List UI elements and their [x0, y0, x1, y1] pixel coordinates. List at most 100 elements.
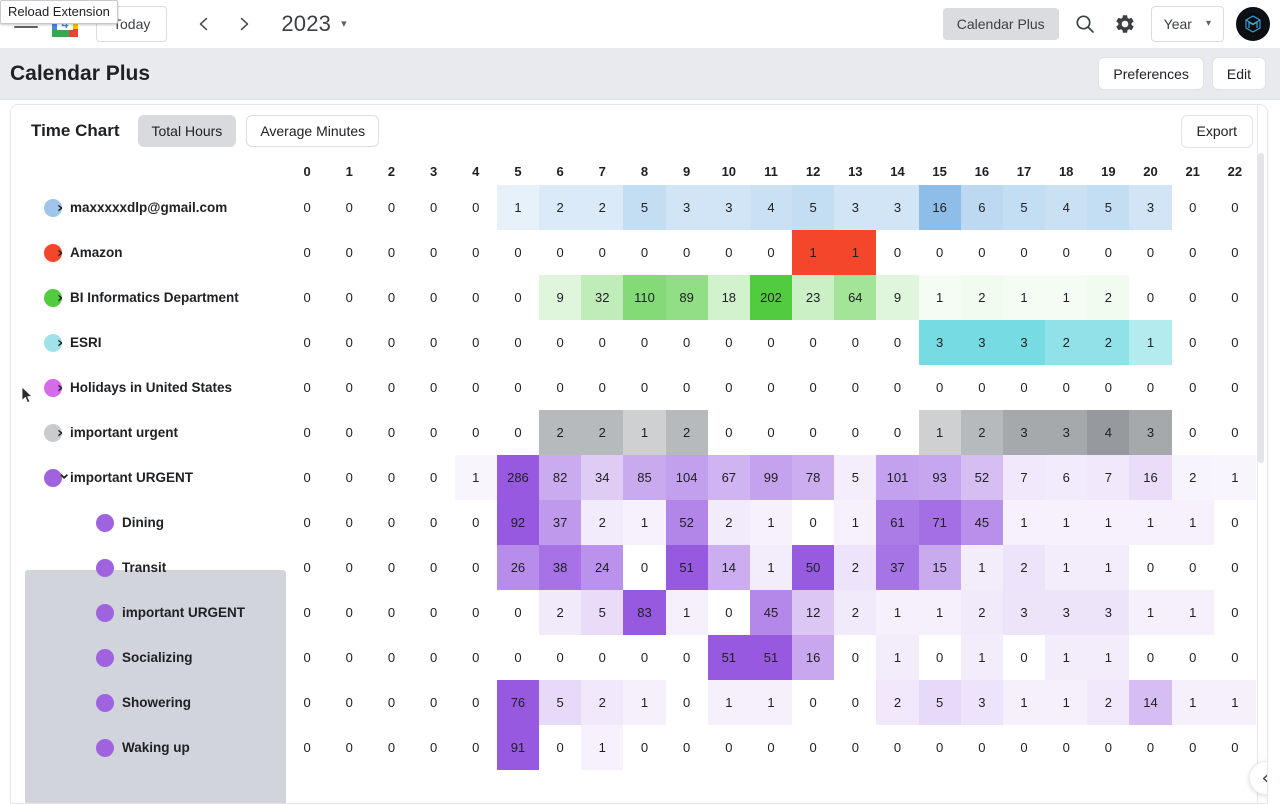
- heatmap-cell[interactable]: 0: [1172, 365, 1214, 410]
- heatmap-cell[interactable]: 1: [1213, 455, 1256, 500]
- heatmap-cell[interactable]: 0: [834, 725, 876, 770]
- heatmap-cell[interactable]: 2: [834, 590, 877, 635]
- chevron-down-icon[interactable]: ⌄: [57, 465, 71, 482]
- heatmap-cell[interactable]: 93: [918, 455, 961, 500]
- heatmap-cell[interactable]: 0: [834, 365, 876, 410]
- heatmap-cell[interactable]: 0: [1003, 230, 1045, 275]
- table-row[interactable]: Transit 0 0 0 0 0 26 38 24 0 51 14 1 50 2 37 15 1 2 1 1 0 0 0: [11, 545, 1256, 590]
- heatmap-cell[interactable]: 5: [581, 590, 624, 635]
- heatmap-cell[interactable]: 52: [960, 455, 1003, 500]
- heatmap-cell[interactable]: 0: [328, 230, 370, 275]
- heatmap-cell[interactable]: 3: [876, 185, 919, 230]
- table-row[interactable]: › BI Informatics Department 0 0 0 0 0 0 9 32 110 89…: [11, 275, 1256, 320]
- heatmap-cell[interactable]: 0: [666, 320, 708, 365]
- heatmap-cell[interactable]: 0: [708, 590, 750, 635]
- heatmap-cell[interactable]: 0: [286, 185, 328, 230]
- heatmap-cell[interactable]: 0: [581, 230, 623, 275]
- row-label-cell[interactable]: Waking up: [11, 725, 286, 770]
- heatmap-cell[interactable]: 0: [286, 680, 328, 725]
- heatmap-cell[interactable]: 3: [1002, 320, 1046, 365]
- heatmap-cell[interactable]: 0: [1214, 725, 1256, 770]
- heatmap-cell[interactable]: 0: [1087, 365, 1129, 410]
- chevron-right-icon[interactable]: ›: [57, 425, 63, 440]
- heatmap-cell[interactable]: 0: [370, 680, 412, 725]
- heatmap-cell[interactable]: 61: [876, 500, 919, 545]
- heatmap-cell[interactable]: 6: [960, 185, 1003, 230]
- heatmap-cell[interactable]: 0: [370, 410, 412, 455]
- heatmap-cell[interactable]: 3: [1129, 410, 1172, 455]
- heatmap-cell[interactable]: 0: [623, 230, 665, 275]
- heatmap-cell[interactable]: 1: [1045, 545, 1088, 590]
- heatmap-cell[interactable]: 2: [581, 185, 624, 230]
- heatmap-cell[interactable]: 2: [1002, 545, 1046, 590]
- heatmap-cell[interactable]: 52: [665, 500, 708, 545]
- search-button[interactable]: [1065, 4, 1105, 44]
- heatmap-cell[interactable]: 51: [665, 545, 708, 590]
- heatmap-cell[interactable]: 0: [623, 320, 665, 365]
- heatmap-cell[interactable]: 5: [539, 680, 582, 725]
- heatmap-cell[interactable]: 0: [413, 320, 455, 365]
- table-row[interactable]: Dining 0 0 0 0 0 92 37 2 1 52 2 1 0 1 61 71 45 1 1 1 1 1 0: [11, 500, 1256, 545]
- heatmap-cell[interactable]: 0: [750, 230, 792, 275]
- heatmap-cell[interactable]: 0: [286, 725, 328, 770]
- tab-average-minutes[interactable]: Average Minutes: [246, 115, 380, 147]
- heatmap-cell[interactable]: 0: [328, 590, 370, 635]
- heatmap-cell[interactable]: 0: [623, 725, 665, 770]
- vertical-scrollbar-thumb[interactable]: [1258, 153, 1264, 463]
- heatmap-cell[interactable]: 2: [1045, 320, 1088, 365]
- heatmap-cell[interactable]: 2: [581, 410, 624, 455]
- heatmap-cell[interactable]: 1: [1002, 275, 1046, 320]
- heatmap-cell[interactable]: 16: [1129, 455, 1172, 500]
- row-label-cell[interactable]: › BI Informatics Department: [11, 275, 286, 320]
- heatmap-cell[interactable]: 0: [1172, 410, 1214, 455]
- next-period-button[interactable]: [227, 7, 261, 41]
- heatmap-cell[interactable]: 0: [455, 680, 497, 725]
- heatmap-cell[interactable]: 0: [919, 725, 961, 770]
- heatmap-cell[interactable]: 0: [455, 230, 497, 275]
- heatmap-cell[interactable]: 0: [455, 590, 497, 635]
- heatmap-cell[interactable]: 51: [707, 635, 750, 680]
- heatmap-cell[interactable]: 0: [581, 320, 623, 365]
- heatmap-cell[interactable]: 83: [623, 590, 666, 635]
- heatmap-cell[interactable]: 0: [1129, 275, 1171, 320]
- settings-button[interactable]: [1105, 4, 1145, 44]
- heatmap-cell[interactable]: 0: [1045, 725, 1087, 770]
- heatmap-cell[interactable]: 0: [455, 275, 497, 320]
- heatmap-cell[interactable]: 0: [792, 680, 834, 725]
- heatmap-cell[interactable]: 3: [1045, 410, 1088, 455]
- heatmap-cell[interactable]: 3: [707, 185, 750, 230]
- heatmap-cell[interactable]: 26: [496, 545, 540, 590]
- heatmap-cell[interactable]: 0: [497, 320, 539, 365]
- heatmap-cell[interactable]: 91: [496, 725, 540, 770]
- heatmap-cell[interactable]: 0: [581, 365, 623, 410]
- heatmap-cell[interactable]: 2: [539, 185, 582, 230]
- heatmap-cell[interactable]: 0: [413, 725, 455, 770]
- heatmap-cell[interactable]: 1: [665, 590, 708, 635]
- heatmap-cell[interactable]: 0: [792, 365, 834, 410]
- heatmap-cell[interactable]: 0: [1214, 545, 1256, 590]
- heatmap-cell[interactable]: 0: [455, 365, 497, 410]
- heatmap-cell[interactable]: 3: [918, 320, 961, 365]
- heatmap-cell[interactable]: 0: [1045, 365, 1087, 410]
- heatmap-cell[interactable]: 0: [1129, 725, 1171, 770]
- heatmap-cell[interactable]: 0: [1129, 635, 1171, 680]
- heatmap-cell[interactable]: 99: [749, 455, 793, 500]
- heatmap-cell[interactable]: 0: [328, 680, 370, 725]
- heatmap-cell[interactable]: 0: [750, 725, 792, 770]
- heatmap-cell[interactable]: 0: [876, 230, 918, 275]
- heatmap-cell[interactable]: 2: [1171, 455, 1214, 500]
- heatmap-cell[interactable]: 0: [286, 230, 328, 275]
- heatmap-cell[interactable]: 0: [539, 635, 581, 680]
- heatmap-cell[interactable]: 34: [581, 455, 624, 500]
- heatmap-cell[interactable]: 0: [961, 365, 1003, 410]
- heatmap-cell[interactable]: 0: [1003, 725, 1045, 770]
- heatmap-cell[interactable]: 0: [1087, 230, 1129, 275]
- heatmap-cell[interactable]: 0: [370, 185, 412, 230]
- heatmap-cell[interactable]: 1: [1045, 275, 1088, 320]
- heatmap-cell[interactable]: 2: [665, 410, 708, 455]
- heatmap-cell[interactable]: 14: [1129, 680, 1172, 725]
- heatmap-cell[interactable]: 0: [370, 275, 412, 320]
- heatmap-cell[interactable]: 1: [960, 545, 1003, 590]
- heatmap-cell[interactable]: 1: [876, 590, 919, 635]
- table-row[interactable]: › maxxxxxdlp@gmail.com 0 0 0 0 0 1 2 2 5 3 3 4 5 3 3 16 6 5…: [11, 185, 1256, 230]
